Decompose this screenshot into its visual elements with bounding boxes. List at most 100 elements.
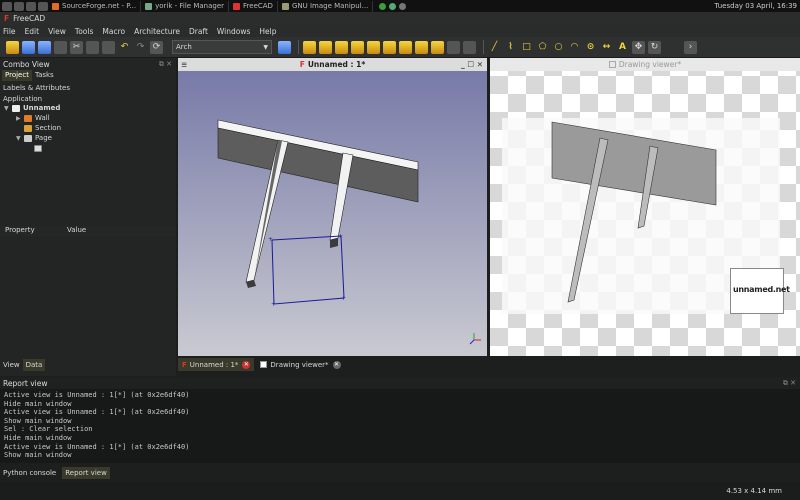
whats-this-icon[interactable] bbox=[278, 40, 291, 54]
copy-icon[interactable] bbox=[86, 40, 99, 54]
view-icon bbox=[34, 144, 42, 152]
chevron-down-icon[interactable]: ▼ bbox=[4, 105, 12, 112]
chevron-right-icon[interactable]: ▶ bbox=[16, 115, 24, 122]
task-label: GNU Image Manipul... bbox=[291, 2, 369, 10]
tray-network-icon[interactable] bbox=[379, 2, 387, 10]
tray-update-icon[interactable] bbox=[389, 2, 397, 10]
menu-draft[interactable]: Draft bbox=[189, 27, 208, 36]
stamp-logo: unnamed.net bbox=[733, 285, 790, 294]
freecad-icon bbox=[233, 2, 241, 10]
document-icon bbox=[12, 104, 20, 112]
undo-icon[interactable]: ↶ bbox=[118, 41, 131, 54]
redo-icon[interactable]: ↷ bbox=[134, 41, 147, 54]
wire-icon[interactable]: ⌇ bbox=[504, 41, 517, 54]
menu-macro[interactable]: Macro bbox=[102, 27, 125, 36]
menubar: File Edit View Tools Macro Architecture … bbox=[0, 25, 800, 37]
toolbar-overflow-icon[interactable]: › bbox=[684, 40, 697, 54]
tab-report-view[interactable]: Report view bbox=[62, 467, 110, 479]
taskbar-item-file-manager[interactable]: yorik - File Manager bbox=[141, 0, 230, 12]
tab-project[interactable]: Project bbox=[2, 70, 32, 81]
rectangle-icon[interactable]: □ bbox=[520, 41, 533, 54]
wall-icon bbox=[24, 114, 32, 122]
chevron-down-icon[interactable]: ▼ bbox=[16, 135, 24, 142]
new-document-icon[interactable] bbox=[6, 40, 19, 54]
save-icon[interactable] bbox=[38, 40, 51, 54]
menu-architecture[interactable]: Architecture bbox=[134, 27, 180, 36]
menu-help[interactable]: Help bbox=[259, 27, 276, 36]
remove-icon[interactable] bbox=[463, 40, 476, 54]
tree-item-label: Section bbox=[35, 124, 62, 132]
clock[interactable]: Tuesday 03 April, 16:39 bbox=[715, 2, 800, 10]
tab-data[interactable]: Data bbox=[22, 359, 46, 371]
open-icon[interactable] bbox=[22, 40, 35, 54]
menu-view[interactable]: View bbox=[48, 27, 66, 36]
workbench-selector[interactable]: Arch ▼ bbox=[172, 40, 272, 54]
menu-windows[interactable]: Windows bbox=[217, 27, 250, 36]
close-icon[interactable]: ✕ bbox=[242, 360, 251, 369]
tab-label: Unnamed : 1* bbox=[189, 360, 239, 369]
tree-item-unnamed[interactable]: ▼ Unnamed bbox=[4, 103, 176, 113]
section-plane-icon[interactable] bbox=[431, 40, 444, 54]
window-title: FreeCAD bbox=[13, 14, 46, 23]
combo-view-header: Combo View ⧉ ✕ bbox=[0, 58, 176, 70]
arc-icon[interactable]: ◠ bbox=[568, 41, 581, 54]
cell-icon[interactable] bbox=[335, 40, 348, 54]
terminal-icon[interactable] bbox=[14, 1, 24, 11]
property-column[interactable]: Property bbox=[0, 226, 62, 236]
files-icon[interactable] bbox=[38, 1, 48, 11]
building-icon[interactable] bbox=[367, 40, 380, 54]
launcher-icon[interactable] bbox=[2, 1, 12, 11]
taskbar-item-freecad[interactable]: FreeCAD bbox=[229, 0, 278, 12]
value-column[interactable]: Value bbox=[62, 226, 124, 236]
section-corner-marker: + bbox=[268, 236, 273, 243]
close-icon[interactable]: ✕ bbox=[332, 360, 341, 369]
drawing-viewer[interactable]: Drawing viewer* unnamed.net bbox=[490, 58, 800, 356]
tree-item-label: Unnamed bbox=[23, 104, 61, 112]
tray-volume-icon[interactable] bbox=[399, 2, 407, 10]
menu-file[interactable]: File bbox=[3, 27, 16, 36]
tree-item-section[interactable]: Section bbox=[4, 123, 176, 133]
dock-controls[interactable]: ⧉ ✕ bbox=[783, 379, 796, 388]
combo-tabs: Project Tasks bbox=[0, 70, 176, 81]
tab-drawing-viewer[interactable]: Drawing viewer* ✕ bbox=[256, 358, 344, 371]
page-icon bbox=[24, 134, 32, 142]
3d-viewport[interactable]: ≡ F Unnamed : 1* _ ☐ ✕ + + + + bbox=[178, 58, 487, 356]
report-log[interactable]: Active view is Unnamed : 1[*] (at 0x2e6d… bbox=[0, 391, 800, 460]
task-label: FreeCAD bbox=[243, 2, 273, 10]
wall-icon[interactable] bbox=[303, 40, 316, 54]
tree-item-page[interactable]: ▼ Page bbox=[4, 133, 176, 143]
paste-icon[interactable] bbox=[102, 40, 115, 54]
property-view-tabs: View Data bbox=[0, 359, 46, 371]
polygon-icon[interactable]: ⬠ bbox=[536, 41, 549, 54]
circle-icon[interactable]: ○ bbox=[552, 41, 565, 54]
move-icon[interactable]: ✥ bbox=[632, 40, 645, 54]
point-icon[interactable]: ⊙ bbox=[584, 41, 597, 54]
axis-icon[interactable] bbox=[415, 40, 428, 54]
tree-item-view[interactable] bbox=[4, 143, 176, 153]
cut-icon[interactable]: ✂ bbox=[70, 40, 83, 54]
window-icon[interactable] bbox=[399, 40, 412, 54]
tree-item-wall[interactable]: ▶ Wall bbox=[4, 113, 176, 123]
tab-python-console[interactable]: Python console bbox=[0, 467, 59, 479]
line-icon[interactable]: ╱ bbox=[488, 41, 501, 54]
tab-tasks[interactable]: Tasks bbox=[32, 70, 57, 81]
menu-edit[interactable]: Edit bbox=[25, 27, 40, 36]
log-line: Hide main window bbox=[4, 399, 72, 408]
text-icon[interactable]: A bbox=[616, 41, 629, 54]
menu-tools[interactable]: Tools bbox=[75, 27, 93, 36]
dimension-icon[interactable]: ↔ bbox=[600, 41, 613, 54]
browser-icon[interactable] bbox=[26, 1, 36, 11]
rotate-icon[interactable]: ↻ bbox=[648, 40, 661, 54]
floor-icon[interactable] bbox=[351, 40, 364, 54]
tab-view[interactable]: View bbox=[0, 359, 23, 371]
taskbar-item-sourceforge[interactable]: SourceForge.net - P... bbox=[48, 0, 142, 12]
tab-unnamed[interactable]: F Unnamed : 1* ✕ bbox=[178, 358, 255, 371]
print-icon[interactable] bbox=[54, 40, 67, 54]
dock-controls[interactable]: ⧉ ✕ bbox=[159, 60, 172, 69]
structure-icon[interactable] bbox=[319, 40, 332, 54]
add-icon[interactable] bbox=[447, 40, 460, 54]
refresh-icon[interactable]: ⟳ bbox=[150, 40, 163, 54]
taskbar-item-gimp[interactable]: GNU Image Manipul... bbox=[278, 0, 374, 12]
site-icon[interactable] bbox=[383, 40, 396, 54]
combo-view-panel: Combo View ⧉ ✕ Project Tasks Labels & Att… bbox=[0, 58, 176, 376]
